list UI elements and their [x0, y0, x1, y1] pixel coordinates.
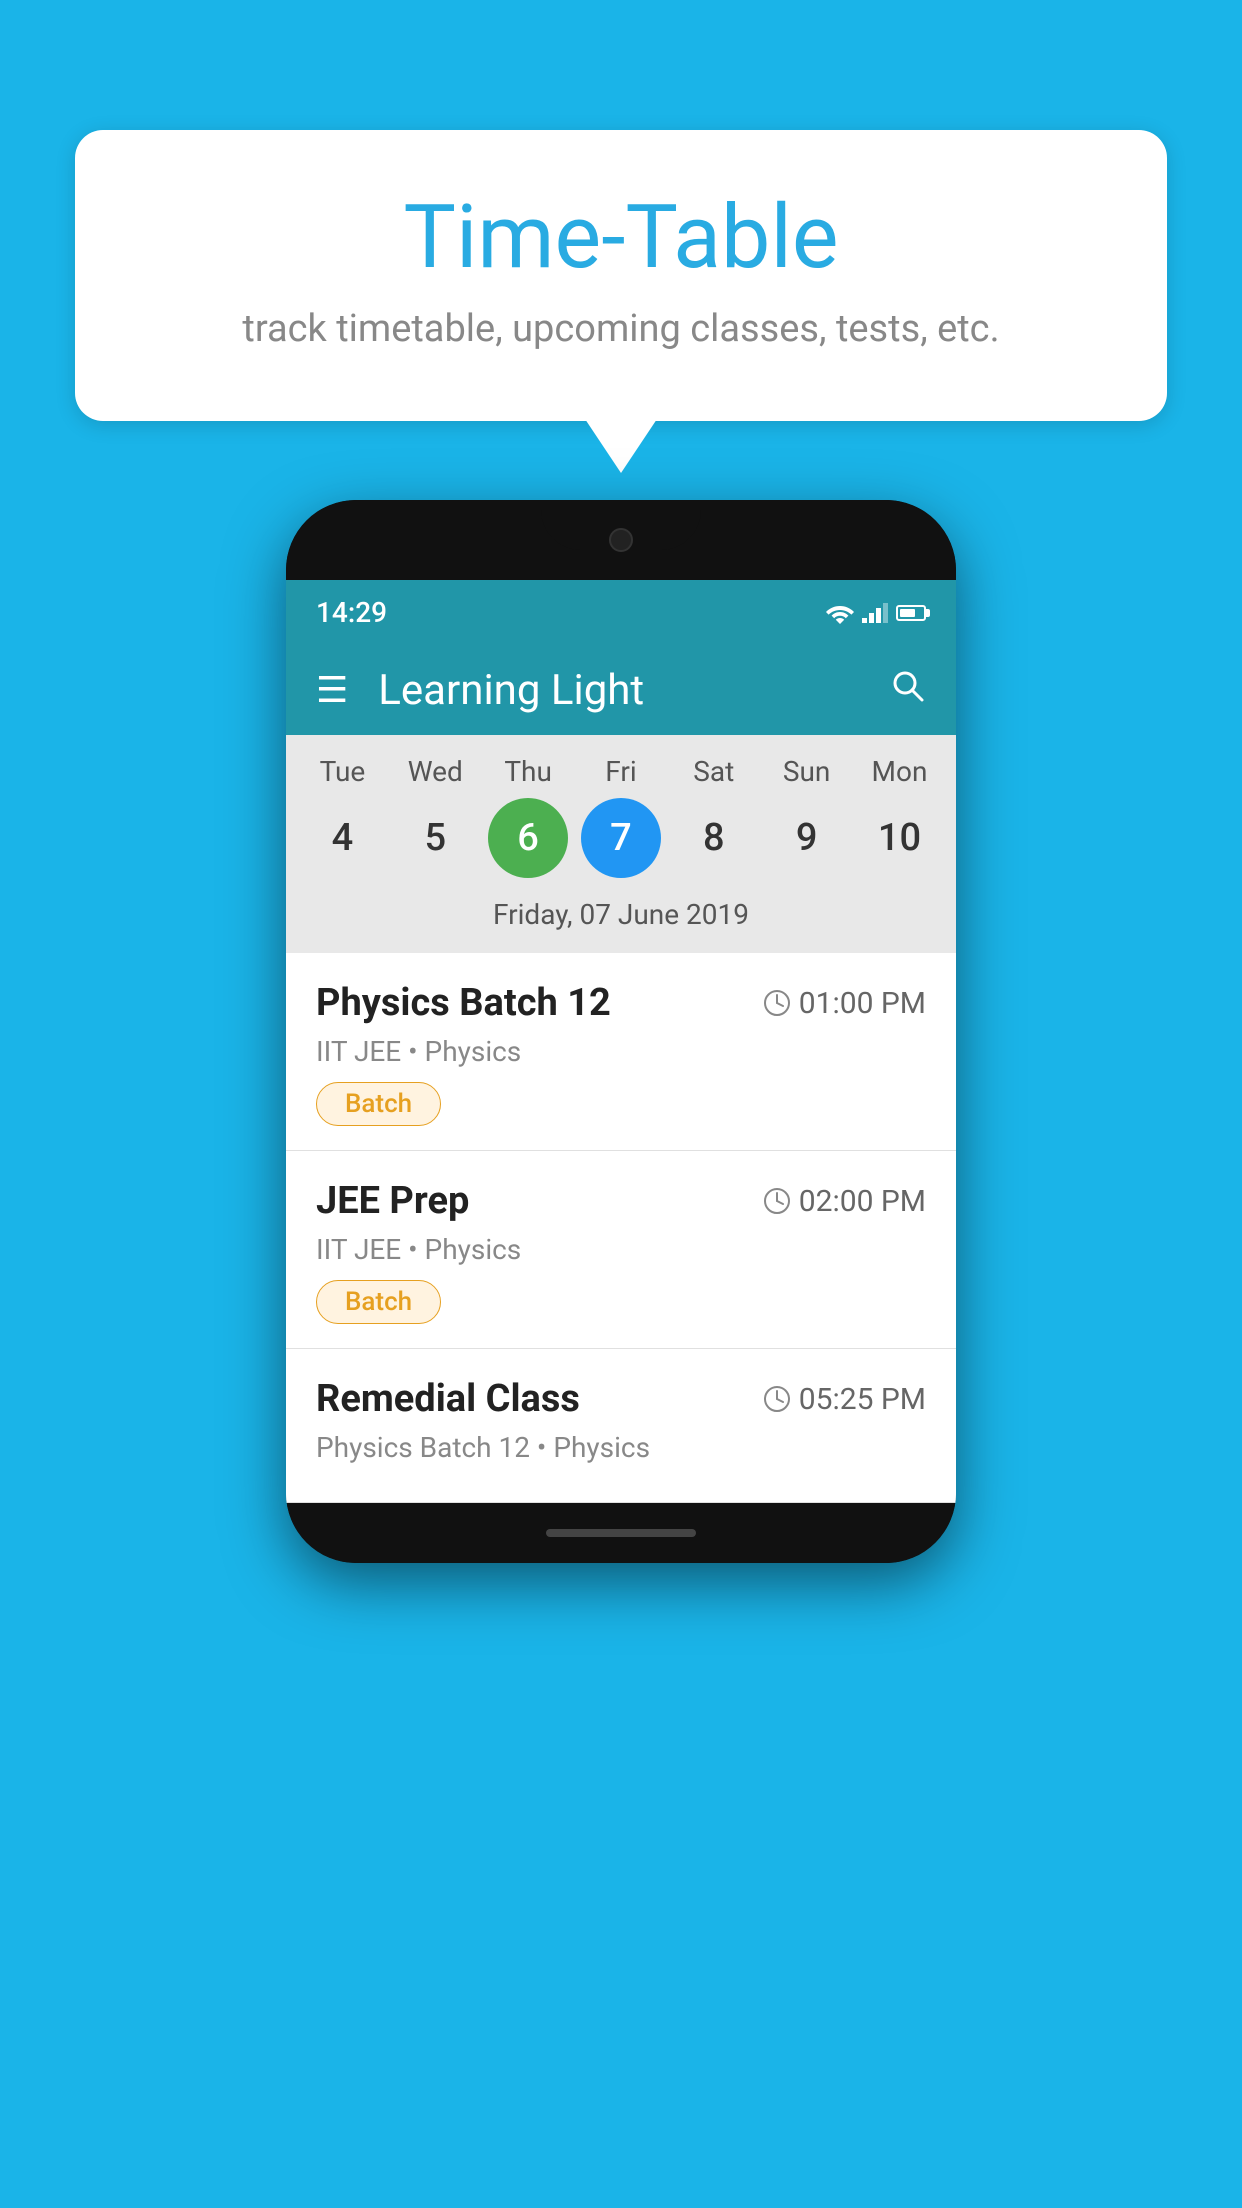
app-header: ☰ Learning Light	[286, 645, 956, 735]
day-headers: Tue Wed Thu Fri Sat Sun Mon	[296, 755, 946, 788]
battery-icon	[896, 605, 926, 621]
phone-device: 14:29 ☰ Learning Light	[286, 500, 956, 1563]
day-5[interactable]: 5	[395, 798, 475, 878]
item-title-3: Remedial Class	[316, 1377, 580, 1421]
day-9[interactable]: 9	[767, 798, 847, 878]
day-fri: Fri	[581, 755, 661, 788]
menu-icon[interactable]: ☰	[316, 669, 348, 711]
day-6-today[interactable]: 6	[488, 798, 568, 878]
app-title: Learning Light	[378, 666, 890, 715]
item-time-1: 01:00 PM	[763, 986, 926, 1021]
search-button[interactable]	[890, 668, 926, 713]
clock-icon-3	[763, 1385, 791, 1413]
speech-bubble-section: Time-Table track timetable, upcoming cla…	[75, 130, 1167, 421]
day-mon: Mon	[859, 755, 939, 788]
phone-bottom-bezel	[286, 1503, 956, 1563]
status-bar: 14:29	[286, 580, 956, 645]
day-numbers: 4 5 6 7 8 9 10	[296, 798, 946, 878]
item-time-3: 05:25 PM	[763, 1382, 926, 1417]
day-4[interactable]: 4	[302, 798, 382, 878]
phone-mockup: 14:29 ☰ Learning Light	[75, 500, 1167, 1563]
item-title-2: JEE Prep	[316, 1179, 469, 1223]
batch-badge-1: Batch	[316, 1082, 441, 1126]
batch-badge-2: Batch	[316, 1280, 441, 1324]
day-sat: Sat	[674, 755, 754, 788]
speech-bubble: Time-Table track timetable, upcoming cla…	[75, 130, 1167, 421]
schedule-item-2[interactable]: JEE Prep 02:00 PM IIT JEE • Physics Batc…	[286, 1151, 956, 1349]
day-8[interactable]: 8	[674, 798, 754, 878]
item-header-3: Remedial Class 05:25 PM	[316, 1377, 926, 1421]
schedule-container: Physics Batch 12 01:00 PM IIT JEE • Phys…	[286, 953, 956, 1503]
item-subtitle-2: IIT JEE • Physics	[316, 1233, 926, 1266]
phone-camera	[609, 528, 633, 552]
status-icons	[826, 602, 926, 624]
schedule-item-3[interactable]: Remedial Class 05:25 PM Physics Batch 12…	[286, 1349, 956, 1503]
item-time-2: 02:00 PM	[763, 1184, 926, 1219]
calendar-strip: Tue Wed Thu Fri Sat Sun Mon 4 5 6 7 8 9 …	[286, 735, 956, 953]
signal-icon	[862, 603, 888, 623]
item-subtitle-3: Physics Batch 12 • Physics	[316, 1431, 926, 1464]
day-tue: Tue	[302, 755, 382, 788]
bubble-title: Time-Table	[155, 190, 1087, 287]
clock-icon-2	[763, 1187, 791, 1215]
day-sun: Sun	[767, 755, 847, 788]
day-thu: Thu	[488, 755, 568, 788]
selected-date-label: Friday, 07 June 2019	[296, 890, 946, 943]
clock-icon-1	[763, 989, 791, 1017]
item-header-1: Physics Batch 12 01:00 PM	[316, 981, 926, 1025]
item-title-1: Physics Batch 12	[316, 981, 611, 1025]
bubble-subtitle: track timetable, upcoming classes, tests…	[155, 307, 1087, 351]
phone-top-bezel	[286, 500, 956, 580]
item-subtitle-1: IIT JEE • Physics	[316, 1035, 926, 1068]
item-header-2: JEE Prep 02:00 PM	[316, 1179, 926, 1223]
schedule-item-1[interactable]: Physics Batch 12 01:00 PM IIT JEE • Phys…	[286, 953, 956, 1151]
status-time: 14:29	[316, 596, 387, 629]
day-wed: Wed	[395, 755, 475, 788]
home-indicator	[546, 1529, 696, 1537]
day-10[interactable]: 10	[859, 798, 939, 878]
day-7-selected[interactable]: 7	[581, 798, 661, 878]
wifi-icon	[826, 602, 854, 624]
